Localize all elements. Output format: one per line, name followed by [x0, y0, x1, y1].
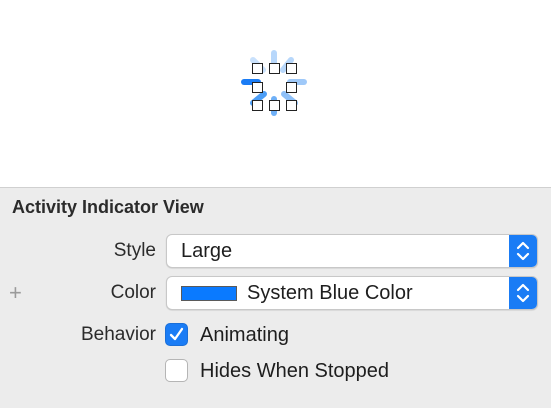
- animating-label: Animating: [200, 324, 289, 346]
- style-popup[interactable]: Large: [166, 234, 538, 268]
- style-value: Large: [181, 240, 233, 262]
- hides-when-stopped-label: Hides When Stopped: [200, 360, 390, 382]
- color-label: Color: [110, 282, 156, 303]
- animating-checkbox[interactable]: [165, 323, 188, 346]
- behavior-label: Behavior: [81, 324, 156, 345]
- resize-handle-top[interactable]: [269, 63, 280, 74]
- resize-handle-bottom-right[interactable]: [286, 100, 297, 111]
- resize-handle-bottom[interactable]: [269, 100, 280, 111]
- canvas-area: [0, 0, 551, 188]
- resize-handle-bottom-left[interactable]: [252, 100, 263, 111]
- checkmark-icon: [169, 327, 184, 341]
- hides-when-stopped-checkbox[interactable]: [165, 359, 188, 382]
- attributes-inspector: Activity Indicator View Style Large + Co…: [0, 188, 551, 408]
- resize-handle-top-right[interactable]: [286, 63, 297, 74]
- resize-handle-right[interactable]: [286, 82, 297, 93]
- resize-handle-left[interactable]: [252, 82, 263, 93]
- activity-indicator-preview[interactable]: [238, 46, 310, 118]
- plus-icon[interactable]: +: [9, 280, 22, 306]
- popup-stepper-icon: [509, 235, 537, 267]
- color-popup[interactable]: System Blue Color: [166, 276, 538, 310]
- style-label: Style: [113, 240, 156, 261]
- resize-handle-top-left[interactable]: [252, 63, 263, 74]
- popup-stepper-icon: [509, 277, 537, 309]
- section-title: Activity Indicator View: [12, 197, 204, 217]
- color-value: System Blue Color: [247, 282, 413, 304]
- color-swatch: [181, 286, 237, 301]
